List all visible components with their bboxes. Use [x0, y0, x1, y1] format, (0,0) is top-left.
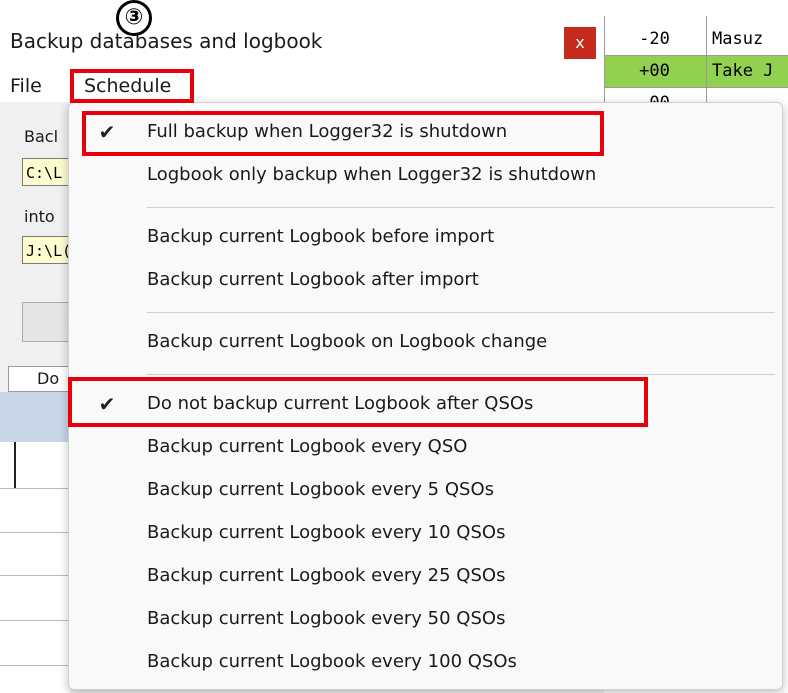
- checkmark-icon: [95, 427, 119, 467]
- log-table: -20 Masuz +00 Take J -00: [604, 0, 788, 113]
- grid-line: [0, 665, 70, 666]
- offset-cell: +00: [639, 61, 670, 81]
- menu-separator: [147, 311, 775, 313]
- grid-line: [0, 575, 70, 576]
- selected-row-bar: [0, 392, 70, 442]
- backup-from-label: Bacl: [24, 127, 59, 146]
- menu-item-label: Backup current Logbook on Logbook change: [147, 331, 548, 352]
- menu-item-label: Backup current Logbook before import: [147, 226, 495, 247]
- menu-item[interactable]: Backup current Logbook every 5 QSOs: [69, 470, 782, 510]
- close-button[interactable]: x: [564, 27, 596, 59]
- menu-item[interactable]: Backup current Logbook every 50 QSOs: [69, 599, 782, 639]
- highlight-schedule-menu: [70, 69, 194, 103]
- table-border: [604, 87, 788, 88]
- menu-item-label: Logbook only backup when Logger32 is shu…: [147, 164, 597, 185]
- text-cell: Masuz: [712, 29, 764, 49]
- menu-item-label: Backup current Logbook every 50 QSOs: [147, 608, 506, 629]
- offset-cell: -20: [639, 29, 670, 49]
- checkmark-icon: [95, 513, 119, 553]
- table-row[interactable]: -20 Masuz: [604, 24, 788, 55]
- checkmark-icon: [95, 599, 119, 639]
- menu-item[interactable]: Backup current Logbook every 25 QSOs: [69, 556, 782, 596]
- menu-file[interactable]: File: [10, 75, 42, 97]
- checkmark-icon: [95, 470, 119, 510]
- checkmark-icon: [95, 556, 119, 596]
- menu-separator: [147, 373, 775, 375]
- menu-item[interactable]: Backup current Logbook every 100 QSOs: [69, 642, 782, 682]
- highlight-no-backup-after-qsos: [68, 377, 648, 427]
- menu-item-label: Backup current Logbook every 100 QSOs: [147, 651, 517, 672]
- menu-item-label: Backup current Logbook every QSO: [147, 436, 468, 457]
- menu-item[interactable]: Backup current Logbook before import: [69, 217, 782, 257]
- menu-item[interactable]: Backup current Logbook on Logbook change: [69, 322, 782, 362]
- checkmark-icon: [95, 260, 119, 300]
- step-marker: ③: [116, 0, 152, 36]
- menu-item-label: Backup current Logbook after import: [147, 269, 479, 290]
- grid-line: [0, 532, 70, 533]
- file-grid: [0, 442, 70, 693]
- menu-separator: [147, 206, 775, 208]
- menu-item[interactable]: Logbook only backup when Logger32 is shu…: [69, 155, 782, 195]
- menu-item-label: Backup current Logbook every 5 QSOs: [147, 479, 494, 500]
- column-header[interactable]: Do: [8, 366, 70, 392]
- menu-item[interactable]: Backup current Logbook every QSO: [69, 427, 782, 467]
- menu-item-label: Backup current Logbook every 25 QSOs: [147, 565, 506, 586]
- menu-item[interactable]: Backup current Logbook after import: [69, 260, 782, 300]
- checkmark-icon: [95, 217, 119, 257]
- grid-line: [0, 620, 70, 621]
- dialog-title: Backup databases and logbook: [10, 29, 323, 53]
- menu-item-label: Backup current Logbook every 10 QSOs: [147, 522, 506, 543]
- table-border: [604, 55, 788, 56]
- grid-line: [0, 488, 70, 489]
- checkmark-icon: [95, 155, 119, 195]
- table-border: [604, 16, 605, 110]
- grid-divider: [14, 442, 16, 488]
- highlight-full-backup: [82, 111, 604, 156]
- checkmark-icon: [95, 322, 119, 362]
- checkmark-icon: [95, 642, 119, 682]
- table-border: [706, 16, 707, 110]
- table-row[interactable]: +00 Take J: [604, 56, 788, 87]
- into-label: into: [24, 207, 55, 226]
- text-cell: Take J: [712, 61, 774, 81]
- menu-item[interactable]: Backup current Logbook every 10 QSOs: [69, 513, 782, 553]
